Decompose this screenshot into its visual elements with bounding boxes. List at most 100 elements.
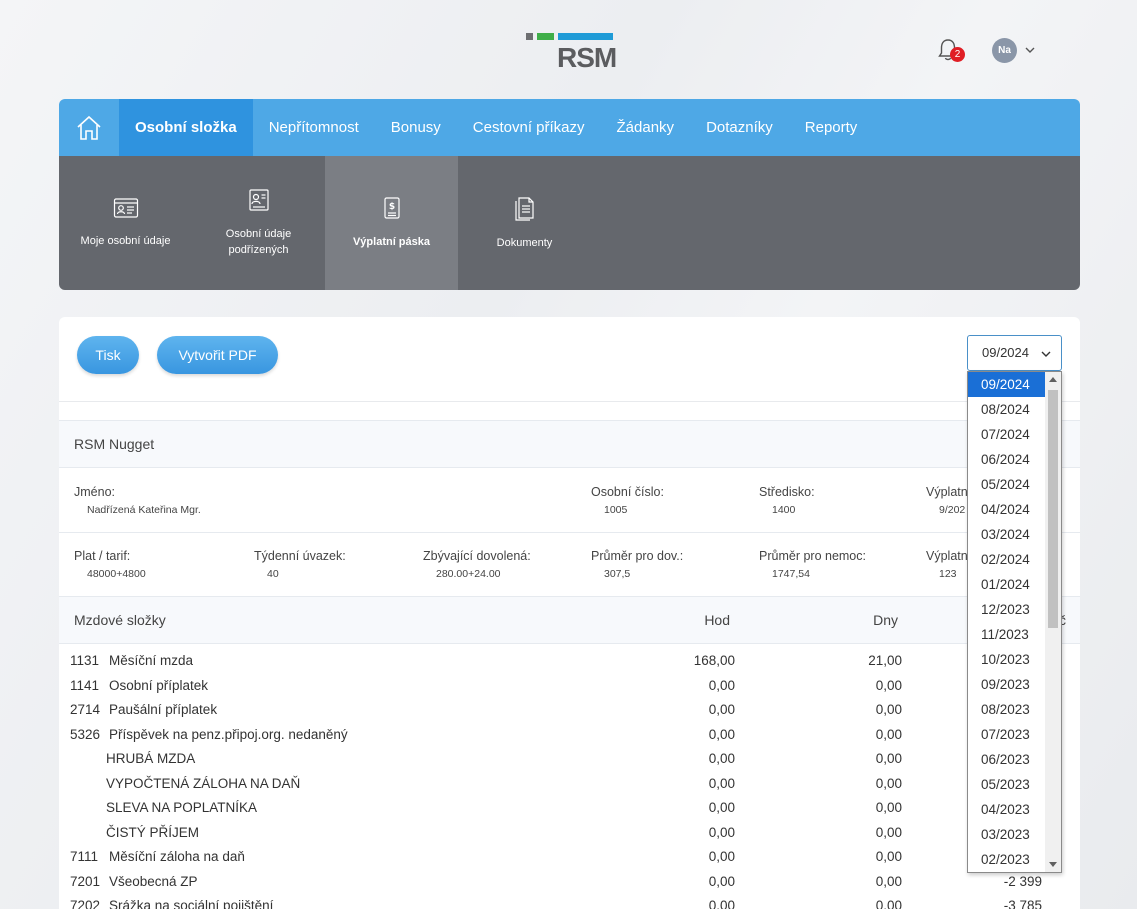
component-name: Příspěvek na penz.připoj.org. nedaněný	[109, 726, 348, 742]
info-label: Týdenní úvazek:	[254, 549, 346, 563]
component-hours: 168,00	[693, 653, 735, 668]
component-name: VYPOČTENÁ ZÁLOHA NA DAŇ	[106, 775, 301, 791]
info-value: Nadřízená Kateřina Mgr.	[87, 504, 201, 516]
month-option[interactable]: 07/2023	[968, 722, 1045, 747]
info-value: 1747,54	[772, 568, 810, 580]
info-label: Výplatn	[926, 549, 968, 563]
scrollbar-thumb[interactable]	[1048, 390, 1058, 628]
divider	[59, 401, 1080, 402]
component-name: Srážka na sociální pojištění	[109, 898, 274, 909]
info-value: 9/202	[939, 504, 966, 516]
component-days: 0,00	[875, 677, 902, 693]
component-hours: 0,00	[708, 775, 735, 791]
notification-count-badge: 2	[950, 47, 965, 62]
print-button[interactable]: Tisk	[77, 336, 139, 374]
month-option[interactable]: 12/2023	[968, 597, 1045, 622]
component-days: 0,00	[875, 702, 902, 717]
table-row: 5326 Příspěvek na penz.připoj.org. nedaně…	[59, 722, 1080, 747]
month-options: 09/2024 08/2024 07/2024 06/2024 05/2024 04/20…	[968, 372, 1045, 872]
month-option[interactable]: 10/2023	[968, 647, 1045, 672]
component-name: SLEVA NA POPLATNÍKA	[106, 800, 258, 815]
month-select[interactable]: 09/2024	[967, 335, 1062, 371]
info-jmeno: Jméno: Nadřízená Kateřina Mgr.	[74, 485, 201, 516]
subnav-item-osobni-udaje-podrizenych[interactable]: Osobní údaje podřízených	[192, 156, 325, 290]
subnav-item-label: Výplatní páska	[352, 236, 431, 248]
month-option[interactable]: 02/2024	[968, 547, 1045, 572]
month-option[interactable]: 03/2024	[968, 522, 1045, 547]
month-option[interactable]: 06/2024	[968, 447, 1045, 472]
rsm-logo[interactable]: RSM	[526, 30, 617, 73]
info-label: Průměr pro nemoc:	[759, 549, 866, 563]
info-value: 1005	[604, 504, 628, 516]
tab-neprítomnost[interactable]: Nepřítomnost	[253, 99, 375, 156]
month-option[interactable]: 08/2023	[968, 697, 1045, 722]
user-avatar[interactable]: Na	[992, 38, 1017, 63]
subordinates-card-icon	[248, 189, 269, 211]
component-hours: 0,00	[708, 898, 735, 909]
month-option[interactable]: 02/2023	[968, 847, 1045, 872]
month-option[interactable]: 09/2024	[968, 372, 1045, 397]
tab-zadanky[interactable]: Žádanky	[601, 99, 691, 156]
month-option[interactable]: 08/2024	[968, 397, 1045, 422]
table-row: 7202 Srážka na sociální pojištění 0,00 0,00…	[59, 893, 1080, 909]
month-option[interactable]: 07/2024	[968, 422, 1045, 447]
component-days: 0,00	[875, 824, 902, 840]
table-row: VYPOČTENÁ ZÁLOHA NA DAŇ0,000,005	[59, 771, 1080, 796]
info-osobni-cislo: Osobní číslo: 1005	[591, 485, 664, 516]
create-pdf-button[interactable]: Vytvořit PDF	[157, 336, 278, 374]
tab-reporty[interactable]: Reporty	[789, 99, 874, 156]
component-days: 0,00	[875, 849, 902, 864]
table-row: ČISTÝ PŘÍJEM0,000,001	[59, 820, 1080, 845]
components-title: Mzdové složky	[74, 612, 166, 628]
table-row: HRUBÁ MZDA0,000,000	[59, 746, 1080, 771]
component-days: 0,00	[875, 726, 902, 742]
component-name: Všeobecná ZP	[109, 873, 198, 889]
component-hours: 0,00	[708, 824, 735, 840]
info-plat-tarif: Plat / tarif: 48000+4800	[74, 549, 146, 580]
tab-bonusy[interactable]: Bonusy	[375, 99, 457, 156]
home-icon[interactable]	[59, 99, 119, 156]
month-option[interactable]: 05/2024	[968, 472, 1045, 497]
sub-navigation: Moje osobní údaje Osobní údaje podřízený…	[59, 156, 1080, 290]
month-option[interactable]: 04/2024	[968, 497, 1045, 522]
month-option[interactable]: 11/2023	[968, 622, 1045, 647]
component-name: Měsíční mzda	[109, 653, 194, 668]
tab-osobni-slozka[interactable]: Osobní složka	[119, 99, 253, 164]
month-option[interactable]: 03/2023	[968, 822, 1045, 847]
info-zbyvajici-dovolena: Zbývající dovolená: 280.00+24.00	[423, 549, 531, 580]
month-dropdown-list[interactable]: 09/2024 08/2024 07/2024 06/2024 05/2024 04/20…	[967, 371, 1062, 873]
month-option[interactable]: 04/2023	[968, 797, 1045, 822]
info-value: 307,5	[604, 568, 631, 580]
component-hours: 0,00	[708, 751, 735, 766]
documents-icon	[514, 197, 534, 221]
user-menu-chevron-down-icon[interactable]	[1024, 43, 1036, 55]
component-name: Paušální příplatek	[109, 702, 218, 717]
table-row: SLEVA NA POPLATNÍKA0,000,000	[59, 795, 1080, 820]
subnav-item-dokumenty[interactable]: Dokumenty	[458, 156, 591, 290]
tab-cestovni-prikazy[interactable]: Cestovní příkazy	[457, 99, 601, 156]
subnav-item-label-line2: podřízených	[228, 244, 289, 256]
tab-dotazniky[interactable]: Dotazníky	[690, 99, 789, 156]
scroll-up-arrow-icon[interactable]	[1049, 377, 1057, 382]
info-prumer-nemoc: Průměr pro nemoc: 1747,54	[759, 549, 866, 580]
info-label: Osobní číslo:	[591, 485, 664, 499]
component-name: ČISTÝ PŘÍJEM	[106, 824, 200, 840]
info-label: Výplatn	[926, 485, 968, 499]
component-code: 1141	[70, 677, 100, 693]
component-hours: 0,00	[708, 702, 735, 717]
dropdown-scrollbar[interactable]	[1045, 372, 1061, 872]
month-option[interactable]: 06/2023	[968, 747, 1045, 772]
component-hours: 0,00	[708, 726, 735, 742]
info-tydenni-uvazek: Týdenní úvazek: 40	[254, 549, 346, 580]
month-option[interactable]: 09/2023	[968, 672, 1045, 697]
subnav-item-vyplatni-paska[interactable]: $ Výplatní páska	[325, 156, 458, 290]
table-row: 1131Měsíční mzda168,0021,000	[59, 648, 1080, 673]
month-option[interactable]: 01/2024	[968, 572, 1045, 597]
scroll-down-arrow-icon[interactable]	[1049, 862, 1057, 867]
component-name: Měsíční záloha na daň	[109, 849, 245, 864]
column-header-hod: Hod	[704, 612, 730, 628]
component-code: 7202	[70, 898, 101, 909]
subnav-item-moje-osobni-udaje[interactable]: Moje osobní údaje	[59, 156, 192, 290]
subnav-item-label: Dokumenty	[496, 237, 553, 249]
month-option[interactable]: 05/2023	[968, 772, 1045, 797]
